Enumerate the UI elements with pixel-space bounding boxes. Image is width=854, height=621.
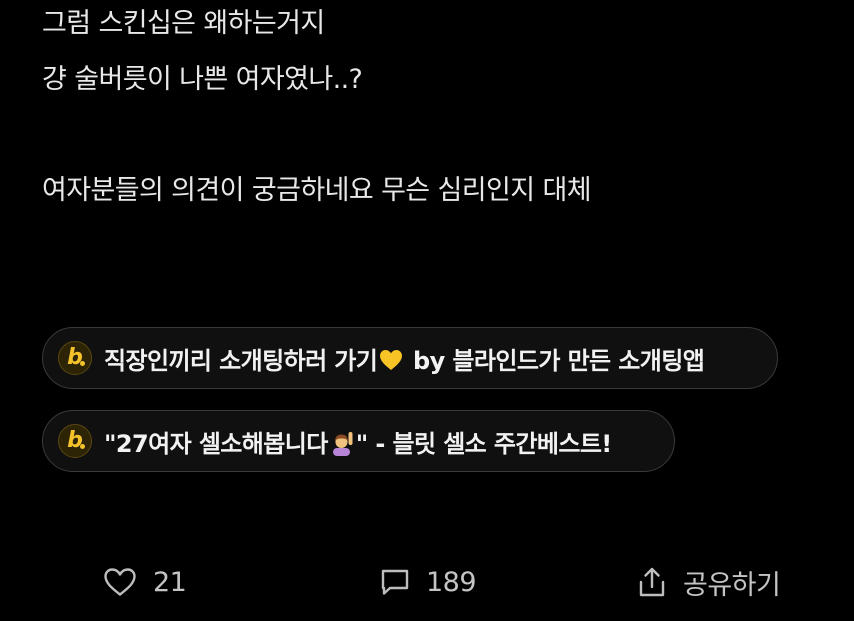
post-text-line: 여자분들의 의견이 궁금하네요 무슨 심리인지 대체 [42, 175, 592, 206]
promo-text: "27여자 셀소해봅니다 " - 블릿 셀소 주간베스트! [104, 424, 612, 459]
promo-text-after: by 블라인드가 만든 소개팅앱 [405, 346, 705, 375]
blind-logo-icon: b [58, 341, 92, 375]
share-label: 공유하기 [683, 569, 781, 601]
post-text-line: 그럼 스킨십은 왜하는거지 [42, 8, 325, 39]
comment-button[interactable]: 189 [380, 557, 477, 607]
share-button[interactable]: 공유하기 [637, 557, 781, 607]
comment-bubble-icon [381, 569, 409, 595]
like-button[interactable]: 21 [103, 557, 187, 607]
promo-text-before: "27여자 셀소해봅니다 [104, 429, 328, 458]
post-action-bar: 21 189 공유하기 [0, 557, 854, 607]
heart-outline-icon [104, 568, 136, 596]
promo-link-blind-dating[interactable]: b 직장인끼리 소개팅하러 가기 by 블라인드가 만든 소개팅앱 [42, 327, 778, 389]
promo-link-self-intro-best[interactable]: b "27여자 셀소해봅니다 " - 블릿 셀소 주간베스트! [42, 410, 675, 472]
promo-text: 직장인끼리 소개팅하러 가기 by 블라인드가 만든 소개팅앱 [104, 341, 705, 376]
blind-logo-icon: b [58, 424, 92, 458]
comment-count: 189 [426, 566, 477, 598]
like-count: 21 [153, 566, 187, 598]
share-icon [639, 567, 665, 597]
promo-text-before: 직장인끼리 소개팅하러 가기 [104, 346, 378, 375]
post-text-line: 걍 술버릇이 나쁜 여자였나..? [42, 64, 363, 95]
yellow-heart-icon [380, 349, 403, 370]
person-raising-hand-icon [332, 431, 353, 456]
promo-text-after: " - 블릿 셀소 주간베스트! [355, 429, 613, 458]
